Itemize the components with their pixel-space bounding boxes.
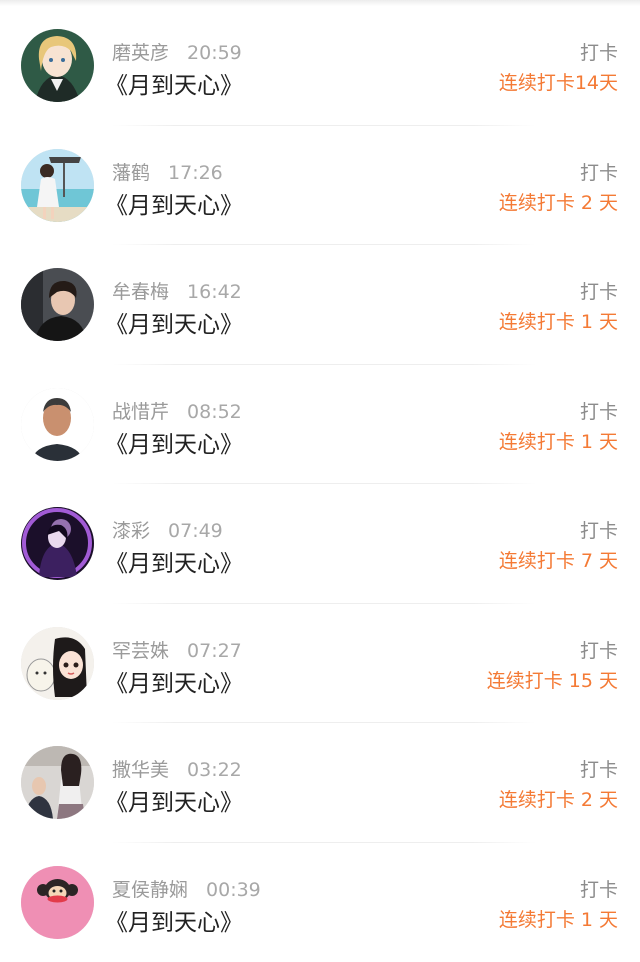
- streak-label: 连续打卡 2 天: [498, 789, 618, 811]
- couple-photo-avatar[interactable]: [21, 746, 94, 819]
- book-title: 《月到天心》: [105, 312, 243, 338]
- checkin-label: 打卡: [579, 639, 618, 662]
- anime-blonde-avatar[interactable]: [21, 29, 94, 102]
- checkin-label: 打卡: [579, 161, 618, 184]
- list-item[interactable]: 磨英彦 20:59 《月到天心》 打卡 连续打卡14天: [0, 6, 640, 126]
- older-man-avatar[interactable]: [21, 387, 94, 461]
- young-man-avatar[interactable]: [21, 268, 94, 341]
- list-item[interactable]: 战惜芹 08:52 《月到天心》 打卡 连续打卡 1 天: [0, 365, 640, 484]
- checkin-label: 打卡: [579, 281, 618, 303]
- list-item[interactable]: 夏侯静娴 00:39 《月到天心》 打卡 连续打卡 1 天: [0, 843, 640, 962]
- user-name: 牟春梅 16:42: [112, 281, 242, 303]
- book-title: 《月到天心》: [105, 431, 243, 458]
- list-item[interactable]: 藩鹤 17:26 《月到天心》 打卡 连续打卡 2 天: [0, 126, 640, 245]
- checkin-label: 打卡: [579, 878, 618, 901]
- user-name: 夏侯静娴 00:39: [112, 878, 261, 901]
- book-title: 《月到天心》: [105, 551, 243, 577]
- streak-label: 连续打卡 1 天: [498, 430, 618, 453]
- checkin-time: 20:59: [187, 42, 242, 64]
- checkin-label: 打卡: [579, 759, 618, 781]
- list-item[interactable]: 撒华美 03:22 《月到天心》 打卡 连续打卡 2 天: [0, 723, 640, 843]
- beach-girl-avatar[interactable]: [21, 148, 94, 222]
- checkin-list: 磨英彦 20:59 《月到天心》 打卡 连续打卡14天 藩鹤 17:26 《月到天心…: [0, 6, 640, 962]
- cartoon-girl-avatar[interactable]: [21, 626, 94, 700]
- checkin-time: 00:39: [206, 878, 261, 901]
- user-name: 战惜芹 08:52: [112, 400, 242, 423]
- list-item[interactable]: 罕芸姝 07:27 《月到天心》 打卡 连续打卡 15 天: [0, 604, 640, 723]
- streak-label: 连续打卡 15 天: [486, 669, 618, 692]
- user-name: 撒华美 03:22: [112, 759, 242, 781]
- checkin-label: 打卡: [579, 42, 618, 64]
- user-name: 磨英彦 20:59: [112, 42, 242, 64]
- book-title: 《月到天心》: [105, 909, 243, 936]
- checkin-label: 打卡: [579, 520, 618, 542]
- checkin-time: 07:27: [187, 639, 242, 662]
- book-title: 《月到天心》: [105, 73, 243, 99]
- book-title: 《月到天心》: [105, 790, 243, 816]
- checkin-label: 打卡: [579, 400, 618, 423]
- purple-anime-avatar[interactable]: [21, 507, 94, 580]
- book-title: 《月到天心》: [105, 670, 243, 697]
- checkin-time: 17:26: [168, 161, 223, 184]
- monkey-logo-avatar[interactable]: [21, 865, 94, 939]
- streak-label: 连续打卡 1 天: [498, 311, 618, 333]
- streak-label: 连续打卡14天: [498, 72, 618, 94]
- streak-label: 连续打卡 7 天: [498, 550, 618, 572]
- streak-label: 连续打卡 2 天: [498, 191, 618, 214]
- checkin-time: 03:22: [187, 759, 242, 781]
- checkin-time: 16:42: [187, 281, 242, 303]
- checkin-time: 08:52: [187, 400, 242, 423]
- user-name: 漆彩 07:49: [112, 520, 223, 542]
- book-title: 《月到天心》: [105, 192, 243, 219]
- user-name: 藩鹤 17:26: [112, 161, 223, 184]
- user-name: 罕芸姝 07:27: [112, 639, 242, 662]
- checkin-time: 07:49: [168, 520, 223, 542]
- streak-label: 连续打卡 1 天: [498, 908, 618, 931]
- list-item[interactable]: 牟春梅 16:42 《月到天心》 打卡 连续打卡 1 天: [0, 245, 640, 365]
- list-item[interactable]: 漆彩 07:49 《月到天心》 打卡 连续打卡 7 天: [0, 484, 640, 604]
